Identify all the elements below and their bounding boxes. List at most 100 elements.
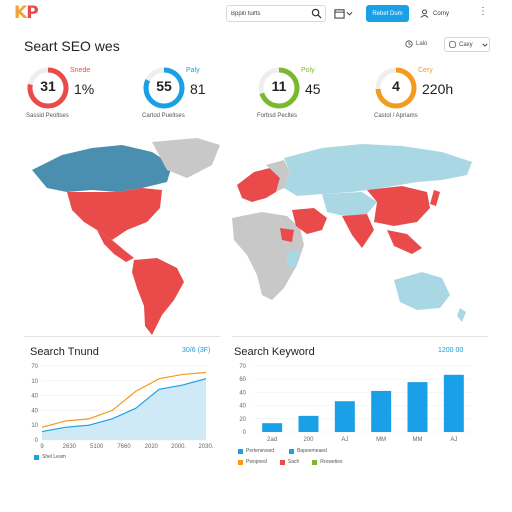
keyword-bar xyxy=(371,390,392,432)
chevron-down-icon xyxy=(346,11,353,16)
map-region-india[interactable] xyxy=(342,214,374,248)
map-region-southeast-asia[interactable] xyxy=(387,230,422,254)
legend-swatch xyxy=(34,454,39,460)
keyword-bar xyxy=(443,374,464,432)
category-select[interactable]: Caxy xyxy=(444,37,490,52)
map-region-new-zealand[interactable] xyxy=(457,308,466,322)
kpi-caption: Forbsd Pecltes xyxy=(257,113,298,119)
search-icon[interactable] xyxy=(311,8,322,19)
x-tick-label: AJ xyxy=(450,437,457,443)
y-tick-label: 20 xyxy=(239,417,246,423)
top-bar: KP Rebet Dum Corny ⋮ xyxy=(0,0,512,28)
map-region-usa[interactable] xyxy=(67,188,162,240)
y-tick-label: 40 xyxy=(239,390,246,396)
kpi-card[interactable]: Poly 11 45 Forbsd Pecltes xyxy=(257,66,367,120)
legend-swatch xyxy=(238,448,243,454)
y-tick-label: 10 xyxy=(31,379,38,385)
map-region-central-asia[interactable] xyxy=(322,192,377,216)
more-vertical-icon[interactable]: ⋮ xyxy=(476,6,490,20)
map-region-canada[interactable] xyxy=(32,145,172,192)
kpi-side-value: 45 xyxy=(305,81,321,97)
keyword-bar xyxy=(298,415,319,432)
user-icon xyxy=(420,9,429,18)
x-tick-label: MM xyxy=(376,437,386,443)
map-region-china[interactable] xyxy=(367,186,430,226)
legend-swatch xyxy=(238,459,243,465)
map-region-africa-highlight[interactable] xyxy=(280,228,294,242)
kpi-side-value: 81 xyxy=(190,81,206,97)
clock-icon xyxy=(405,40,413,48)
y-tick-label: 40 xyxy=(239,404,246,410)
legend-label: Pertenevsed xyxy=(246,448,275,454)
map-region-east-africa[interactable] xyxy=(286,250,300,268)
kpi-card[interactable]: Paly 55 81 Cartod Pueltses xyxy=(142,66,252,120)
y-tick-label: 0 xyxy=(35,438,39,444)
keyword-title: Search Keyword xyxy=(234,346,315,358)
kpi-value: 4 xyxy=(392,78,400,94)
keyword-bar xyxy=(407,382,428,432)
map-region-europe-west[interactable] xyxy=(237,168,280,202)
trend-legend: Shel Leam xyxy=(34,454,66,460)
kpi-value: 11 xyxy=(271,78,287,94)
page-title: Seart SEO wes xyxy=(24,38,120,54)
chevron-down-icon xyxy=(482,43,488,47)
trend-chart[interactable]: 70 10 40 40 10 09 2630 5100 7660 2020 2000. 2030. xyxy=(24,360,220,452)
kpi-caption: Sassid Peoltses xyxy=(26,113,69,119)
legend-label: Pwopned xyxy=(246,459,267,465)
legend-swatch xyxy=(279,459,285,465)
kpi-tag: Poly xyxy=(301,67,315,74)
legend-swatch xyxy=(289,448,295,454)
map-region-japan[interactable] xyxy=(430,190,440,206)
x-tick-label: 2030. xyxy=(198,444,213,450)
search-input[interactable] xyxy=(231,8,309,20)
x-tick-label: 2630 xyxy=(63,444,77,450)
keyword-bar xyxy=(262,423,283,432)
x-tick-label: MM xyxy=(413,437,423,443)
kpi-value: 31 xyxy=(40,78,56,94)
legend-label: Bapeemeaed xyxy=(297,448,327,454)
y-tick-label: 40 xyxy=(31,394,38,400)
x-tick-label: 200 xyxy=(303,437,314,443)
map-region-russia[interactable] xyxy=(284,144,472,196)
kpi-card[interactable]: Snede 31 1% Sassid Peoltses xyxy=(26,66,136,120)
x-tick-label: AJ xyxy=(341,437,348,443)
calendar-icon xyxy=(334,9,345,19)
kpi-caption: Castol / Apriams xyxy=(374,113,418,119)
search-box[interactable] xyxy=(226,5,326,22)
x-tick-label: 2000. xyxy=(171,444,186,450)
kpi-side-value: 1% xyxy=(74,81,95,97)
x-tick-label: 2020 xyxy=(145,444,159,450)
user-menu[interactable]: Corny xyxy=(420,6,460,21)
x-tick-label: 5100 xyxy=(90,444,104,450)
trend-subtitle: 30/6 (3F) xyxy=(182,347,211,354)
legend-label: Rroweties xyxy=(320,459,343,465)
calendar-dropdown[interactable] xyxy=(334,6,358,21)
y-tick-label: 40 xyxy=(31,408,38,414)
date-filter[interactable]: Lalo xyxy=(405,40,427,48)
kpi-value: 55 xyxy=(156,78,172,94)
y-tick-label: 0 xyxy=(243,430,247,436)
legend-label: Shel Leam xyxy=(42,454,66,460)
map-region-south-america[interactable] xyxy=(132,258,184,335)
kpi-caption: Cartod Pueltses xyxy=(142,113,185,119)
divider xyxy=(24,336,220,337)
app-logo[interactable]: KP xyxy=(14,3,39,23)
map-region-australia[interactable] xyxy=(394,272,450,310)
keyword-chart[interactable]: 706040402002ad 200 AJ MM MM AJ xyxy=(232,360,488,452)
trend-area xyxy=(42,378,206,440)
x-tick-label: 7660 xyxy=(117,444,131,450)
world-map[interactable] xyxy=(22,130,482,340)
y-tick-label: 10 xyxy=(31,423,38,429)
legend-label: Sach xyxy=(287,459,300,465)
primary-action-button[interactable]: Rebet Dum xyxy=(366,5,409,22)
user-name: Corny xyxy=(433,10,450,17)
y-tick-label: 70 xyxy=(239,364,246,370)
x-tick-label: 9 xyxy=(40,444,44,450)
y-tick-label: 60 xyxy=(239,377,246,383)
kpi-tag: Cery xyxy=(418,67,433,74)
divider xyxy=(232,336,488,337)
kpi-card[interactable]: Cery 4 220h Castol / Apriams xyxy=(374,66,484,120)
tag-icon xyxy=(449,41,456,48)
trend-title: Search Tnund xyxy=(30,346,99,358)
trend-panel: Search Tnund 30/6 (3F) 70 10 40 40 10 0 9 2630 5… xyxy=(24,340,220,470)
